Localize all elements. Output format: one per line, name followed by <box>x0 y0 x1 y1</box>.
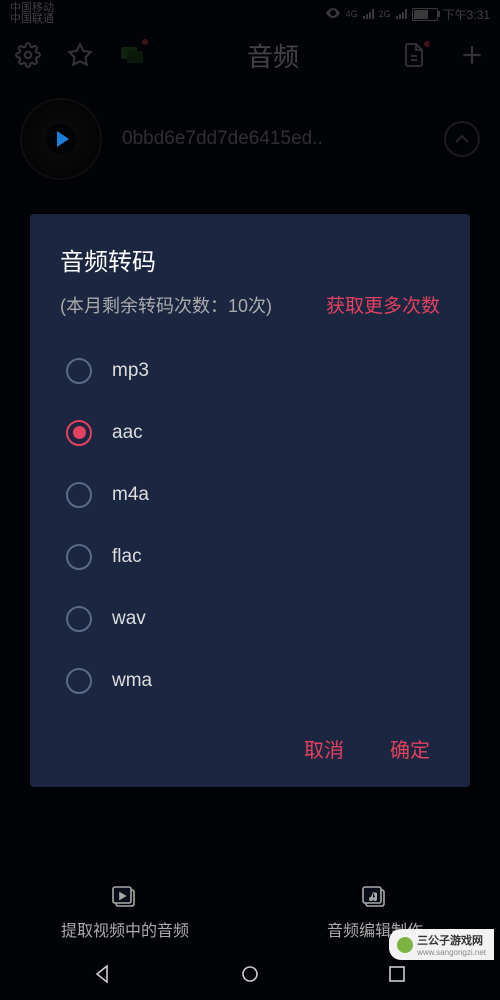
get-more-link[interactable]: 获取更多次数 <box>326 291 440 318</box>
tab-label: 提取视频中的音频 <box>61 917 189 941</box>
tab-extract-audio[interactable]: 提取视频中的音频 <box>0 874 250 952</box>
format-option-wma[interactable]: wma <box>60 650 440 712</box>
watermark: 三公子游戏网 www.sangongzi.net <box>389 929 494 960</box>
format-list: mp3 aac m4a flac wav wma <box>60 340 440 712</box>
watermark-logo-icon <box>397 937 413 953</box>
radio-icon <box>66 606 92 632</box>
watermark-text: 三公子游戏网 <box>417 932 486 948</box>
dialog-subtitle: (本月剩余转码次数：10次) <box>60 292 272 318</box>
format-option-mp3[interactable]: mp3 <box>60 340 440 402</box>
radio-icon <box>66 358 92 384</box>
radio-icon <box>66 668 92 694</box>
format-option-m4a[interactable]: m4a <box>60 464 440 526</box>
modal-overlay[interactable]: 音频转码 (本月剩余转码次数：10次) 获取更多次数 mp3 aac m4a f… <box>0 0 500 1000</box>
format-label: aac <box>112 422 143 444</box>
radio-icon <box>66 544 92 570</box>
format-option-wav[interactable]: wav <box>60 588 440 650</box>
nav-recent-icon[interactable] <box>387 964 407 989</box>
format-option-aac[interactable]: aac <box>60 402 440 464</box>
format-label: mp3 <box>112 360 149 382</box>
nav-home-icon[interactable] <box>240 964 260 989</box>
play-icon <box>57 131 69 147</box>
format-label: wav <box>112 608 146 630</box>
nav-back-icon[interactable] <box>93 964 113 989</box>
confirm-button[interactable]: 确定 <box>390 734 430 763</box>
format-label: wma <box>112 670 152 692</box>
radio-icon-selected <box>66 420 92 446</box>
format-label: m4a <box>112 484 149 506</box>
watermark-url: www.sangongzi.net <box>417 948 486 957</box>
radio-icon <box>66 482 92 508</box>
format-label: flac <box>112 546 142 568</box>
dialog-title: 音频转码 <box>60 242 440 277</box>
transcode-dialog: 音频转码 (本月剩余转码次数：10次) 获取更多次数 mp3 aac m4a f… <box>30 214 470 787</box>
format-option-flac[interactable]: flac <box>60 526 440 588</box>
cancel-button[interactable]: 取消 <box>304 734 344 763</box>
